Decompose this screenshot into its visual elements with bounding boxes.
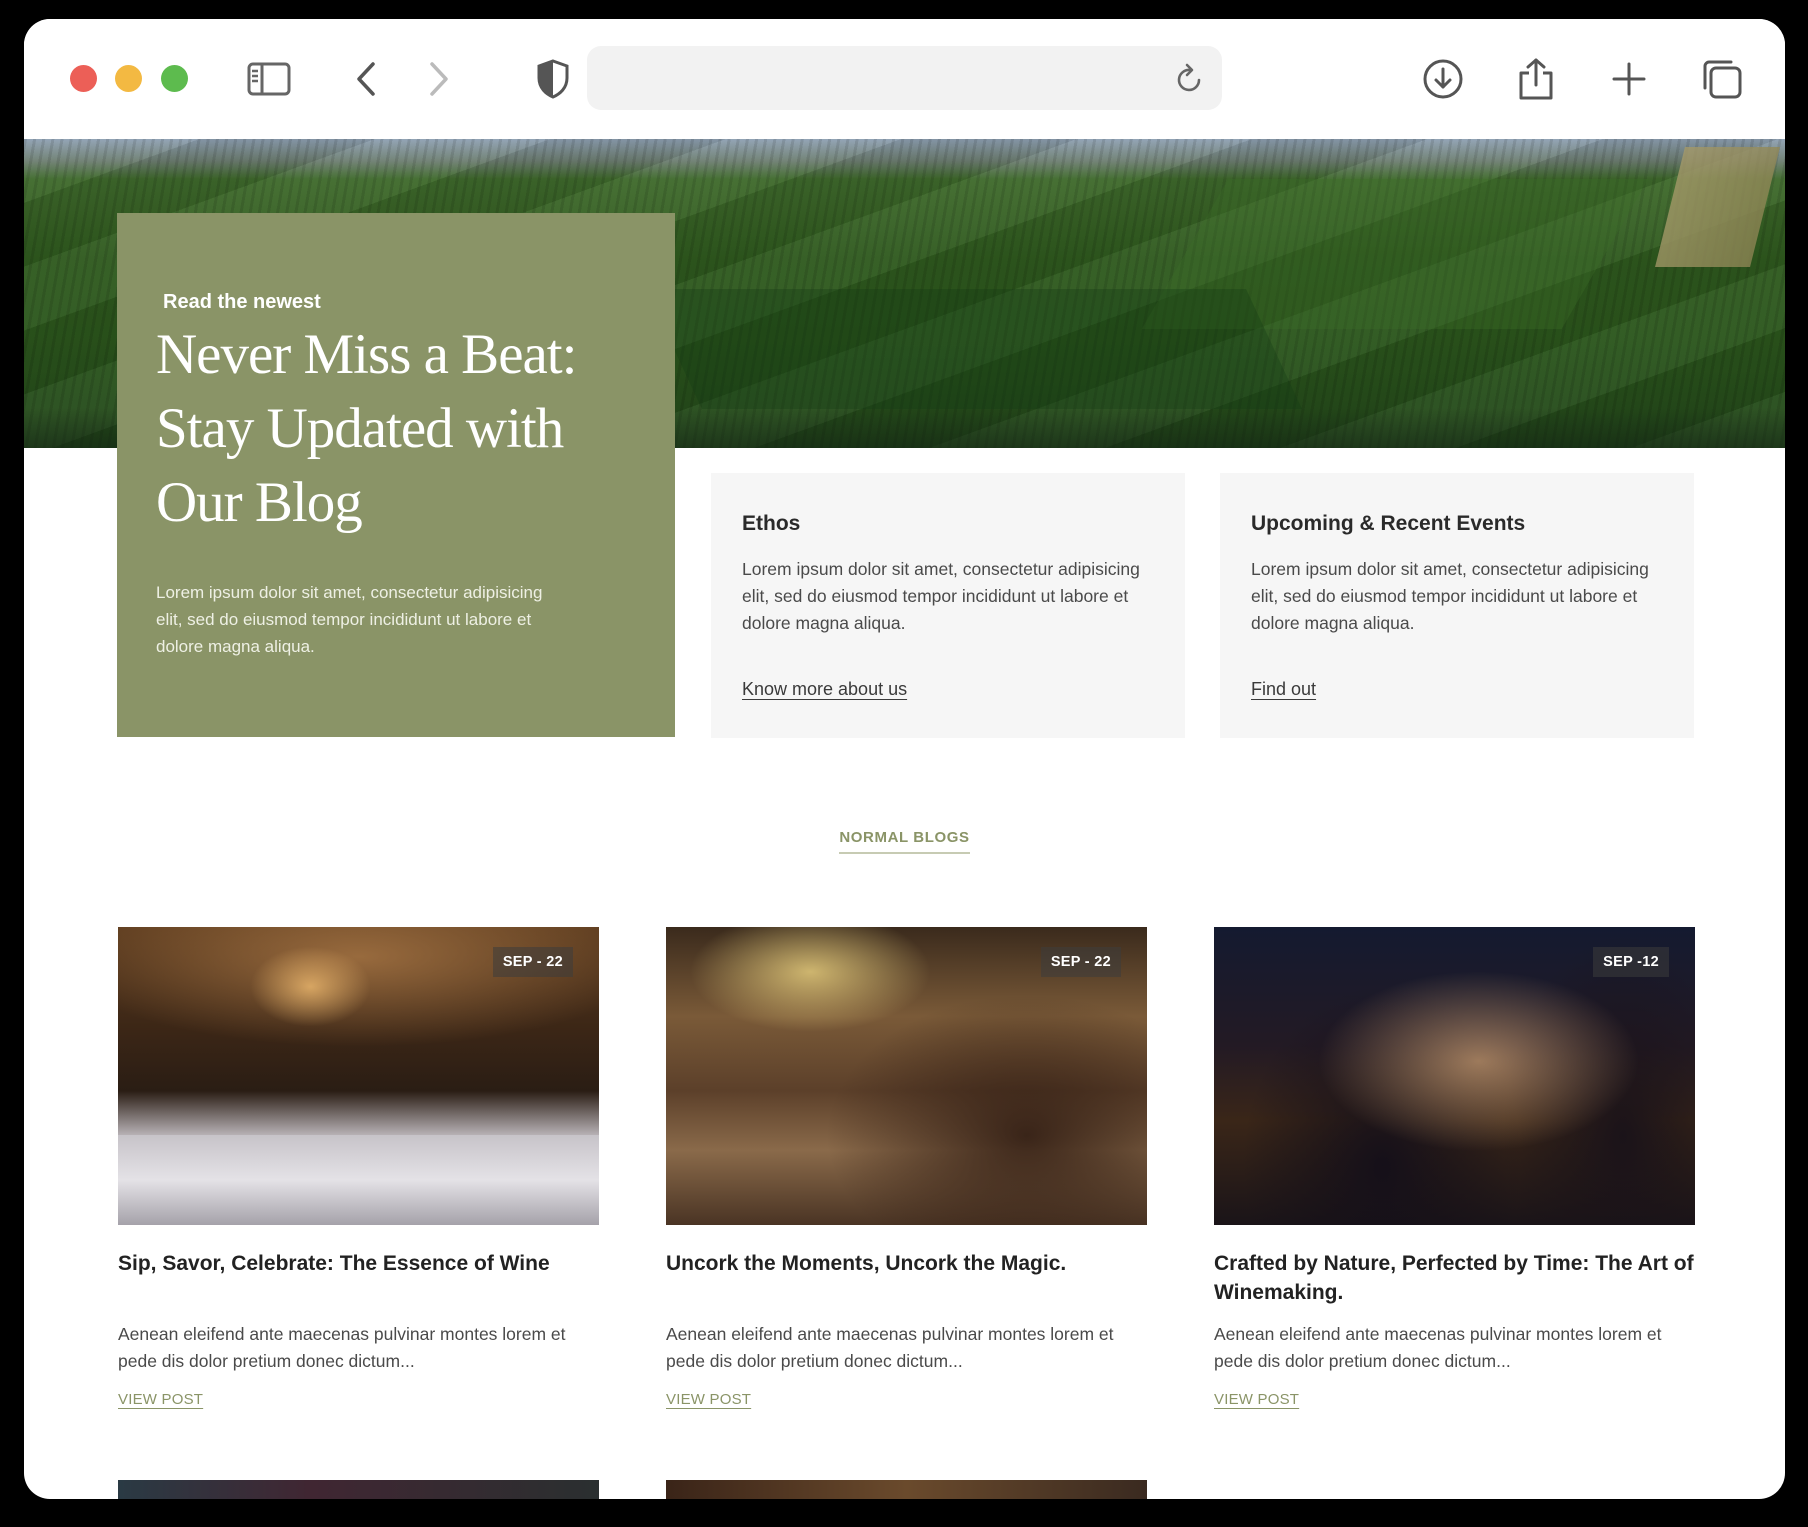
post-thumbnail[interactable]: SEP - 22: [666, 927, 1147, 1225]
shield-icon[interactable]: [531, 57, 575, 101]
hero-kicker: Read the newest: [163, 291, 321, 313]
post-thumbnail-partial[interactable]: [118, 1480, 599, 1499]
card-body: Lorem ipsum dolor sit amet, consectetur …: [1251, 559, 1649, 633]
post-excerpt: Aenean eleifend ante maecenas pulvinar m…: [118, 1324, 566, 1371]
post-thumbnail[interactable]: SEP - 22: [118, 927, 599, 1225]
hero-description: Lorem ipsum dolor sit amet, consectetur …: [156, 583, 543, 656]
date-badge: SEP - 22: [1040, 947, 1121, 977]
find-out-link[interactable]: Find out: [1251, 679, 1316, 700]
post-title[interactable]: Uncork the Moments, Uncork the Magic.: [666, 1249, 1147, 1307]
browser-toolbar: [24, 19, 1785, 139]
post-title[interactable]: Sip, Savor, Celebrate: The Essence of Wi…: [118, 1249, 599, 1307]
blog-post-card: SEP -12 Crafted by Nature, Perfected by …: [1214, 927, 1695, 1409]
close-window-button[interactable]: [70, 65, 97, 92]
view-post-link[interactable]: VIEW POST: [1214, 1391, 1299, 1408]
post-title[interactable]: Crafted by Nature, Perfected by Time: Th…: [1214, 1249, 1695, 1307]
tabs-overview-icon[interactable]: [1700, 57, 1744, 101]
view-post-link[interactable]: VIEW POST: [666, 1391, 751, 1408]
plus-icon[interactable]: [1607, 57, 1651, 101]
section-heading: NORMAL BLOGS: [24, 829, 1785, 854]
sidebar-icon[interactable]: [247, 57, 291, 101]
date-badge: SEP -12: [1593, 947, 1669, 977]
share-icon[interactable]: [1514, 57, 1558, 101]
address-bar[interactable]: [587, 46, 1222, 110]
hero-feature-box: Read the newest Never Miss a Beat: Stay …: [117, 213, 675, 737]
reload-icon[interactable]: [1168, 56, 1212, 100]
chevron-left-icon[interactable]: [344, 57, 388, 101]
post-thumbnail-partial[interactable]: [666, 1480, 1147, 1499]
zoom-window-button[interactable]: [161, 65, 188, 92]
card-title: Upcoming & Recent Events: [1251, 512, 1526, 535]
browser-window: Read the newest Never Miss a Beat: Stay …: [24, 19, 1785, 1499]
post-excerpt: Aenean eleifend ante maecenas pulvinar m…: [666, 1324, 1114, 1371]
minimize-window-button[interactable]: [115, 65, 142, 92]
download-icon[interactable]: [1421, 57, 1465, 101]
chevron-right-icon[interactable]: [417, 57, 461, 101]
view-post-link[interactable]: VIEW POST: [118, 1391, 203, 1408]
post-thumbnail[interactable]: SEP -12: [1214, 927, 1695, 1225]
events-card: Upcoming & Recent Events Lorem ipsum dol…: [1220, 473, 1694, 738]
section-label[interactable]: NORMAL BLOGS: [839, 829, 970, 854]
know-more-link[interactable]: Know more about us: [742, 679, 907, 700]
hero-headline: Never Miss a Beat: Stay Updated with Our…: [156, 323, 577, 534]
post-excerpt: Aenean eleifend ante maecenas pulvinar m…: [1214, 1324, 1662, 1371]
card-title: Ethos: [742, 512, 801, 535]
blog-post-card: SEP - 22 Sip, Savor, Celebrate: The Esse…: [118, 927, 599, 1409]
date-badge: SEP - 22: [492, 947, 573, 977]
ethos-card: Ethos Lorem ipsum dolor sit amet, consec…: [711, 473, 1185, 738]
card-body: Lorem ipsum dolor sit amet, consectetur …: [742, 559, 1140, 633]
blog-post-card: SEP - 22 Uncork the Moments, Uncork the …: [666, 927, 1147, 1409]
